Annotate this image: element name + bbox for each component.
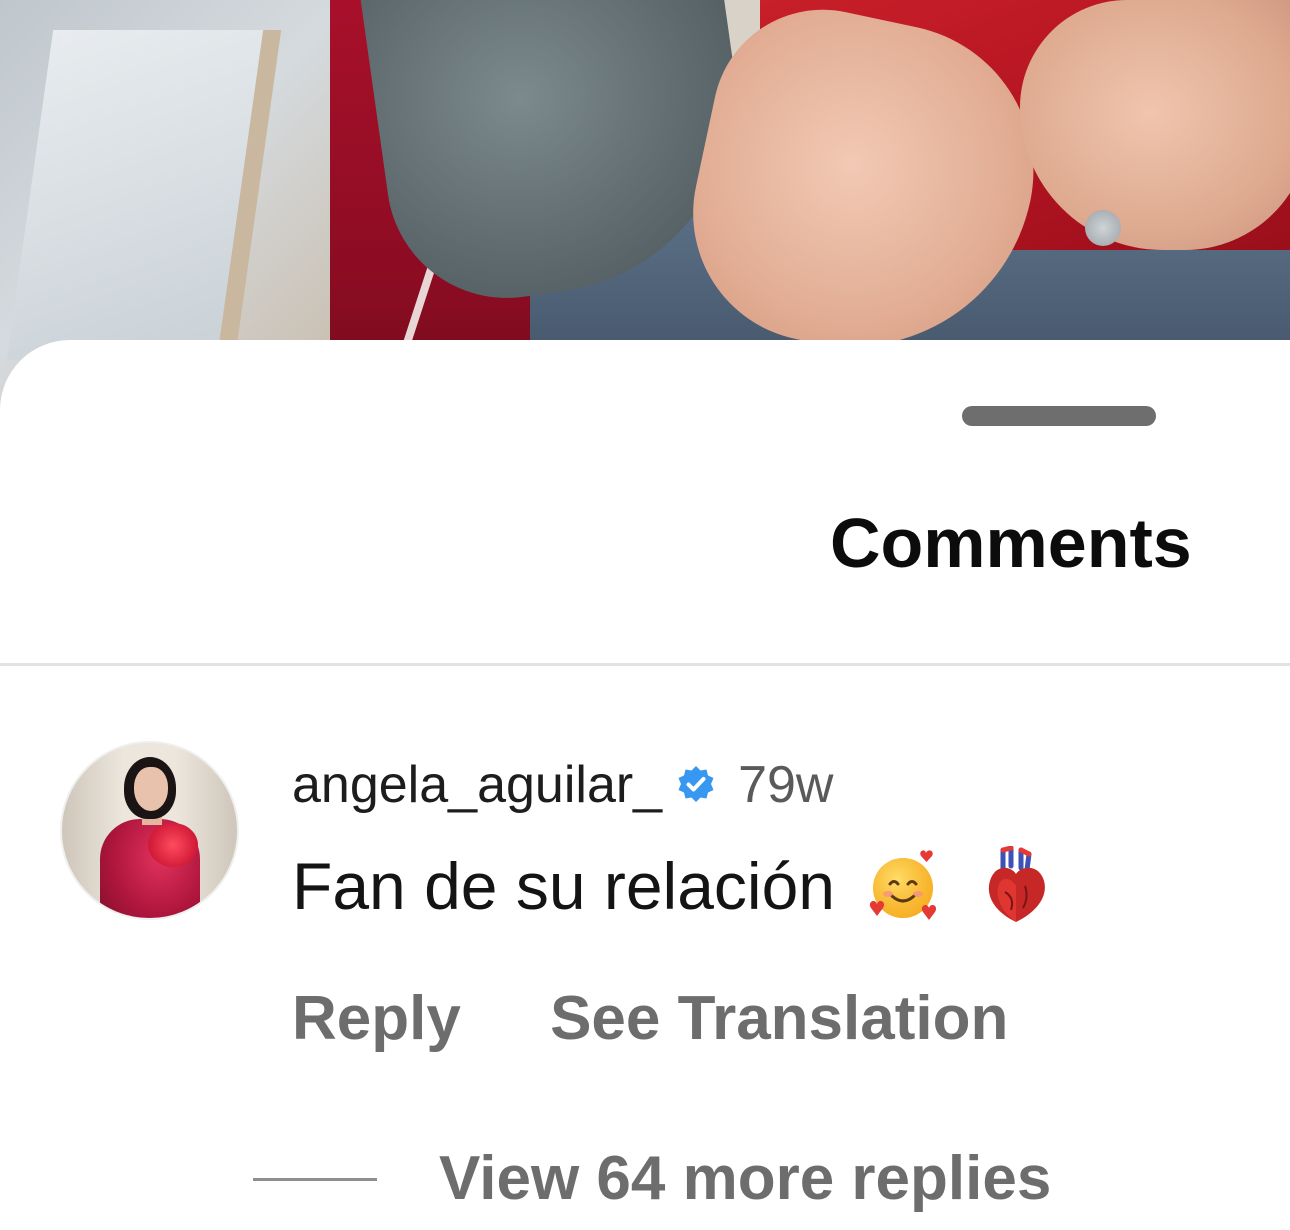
- comments-sheet: Comments angela_aguilar_ 79w Fan de su r…: [0, 340, 1290, 1230]
- comment-text-row: Fan de su relación: [292, 845, 1051, 926]
- comment-timestamp: 79w: [738, 756, 834, 814]
- view-more-replies[interactable]: View 64 more replies: [253, 1148, 1051, 1210]
- comment-actions: Reply See Translation: [292, 988, 1008, 1050]
- smiling-face-with-hearts-icon: [863, 846, 943, 926]
- anatomical-heart-icon: [981, 845, 1051, 926]
- comment-username[interactable]: angela_aguilar_: [292, 759, 662, 811]
- reply-button[interactable]: Reply: [292, 988, 461, 1050]
- comment-text: Fan de su relación: [292, 849, 835, 923]
- view-more-replies-label[interactable]: View 64 more replies: [439, 1148, 1051, 1210]
- avatar[interactable]: [62, 743, 237, 918]
- sheet-drag-handle[interactable]: [962, 406, 1156, 426]
- see-translation-button[interactable]: See Translation: [550, 988, 1008, 1050]
- sheet-title: Comments: [830, 504, 1192, 582]
- comment-meta: angela_aguilar_ 79w: [292, 750, 834, 820]
- verified-badge-icon: [676, 765, 716, 805]
- replies-indent-line: [253, 1177, 377, 1181]
- header-divider: [0, 663, 1290, 666]
